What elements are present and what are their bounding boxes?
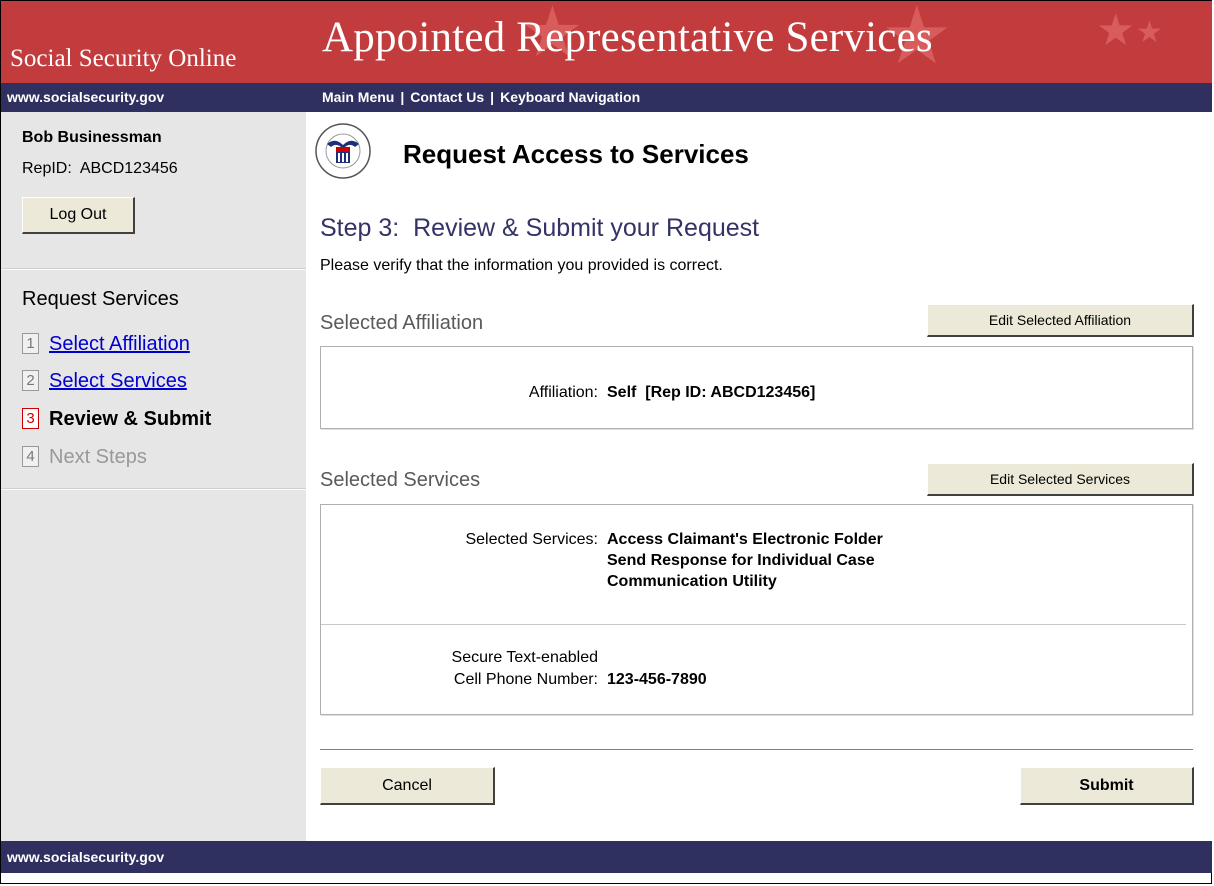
ssa-seal-icon — [315, 123, 371, 179]
step-review-submit: 3 Review & Submit — [22, 408, 211, 431]
step-description: Please verify that the information you p… — [320, 257, 723, 274]
service-item: Access Claimant's Electronic Folder — [607, 531, 883, 548]
affiliation-value: Self [Rep ID: ABCD123456] — [607, 384, 816, 401]
step-number-2: 2 — [22, 370, 39, 391]
app-title: Appointed Representative Services — [322, 14, 933, 61]
main-nav-menu: Main Menu | Contact Us | Keyboard Navigation — [322, 89, 640, 105]
rep-id-label: RepID: — [22, 160, 72, 177]
footer-site-link[interactable]: www.socialsecurity.gov — [7, 849, 164, 865]
step-number-4: 4 — [22, 446, 39, 467]
phone-label-line2: Cell Phone Number: — [453, 671, 598, 688]
phone-value: 123-456-7890 — [607, 671, 707, 688]
edit-selected-services-button[interactable]: Edit Selected Services — [927, 463, 1194, 496]
selected-services-label: Selected Services: — [465, 531, 598, 548]
nav-separator: | — [490, 89, 495, 105]
site-link[interactable]: www.socialsecurity.gov — [7, 89, 164, 105]
next-steps-label: Next Steps — [49, 446, 147, 468]
services-box: Selected Services: Access Claimant's Ele… — [320, 504, 1193, 715]
step-select-affiliation: 1 Select Affiliation — [22, 333, 190, 356]
logout-button[interactable]: Log Out — [22, 197, 135, 234]
main-content: Request Access to Services Step 3: Revie… — [306, 112, 1212, 841]
service-item: Send Response for Individual Case — [607, 552, 875, 569]
request-services-title: Request Services — [22, 288, 179, 310]
user-name: Bob Businessman — [22, 129, 162, 146]
selected-affiliation-title: Selected Affiliation — [320, 312, 484, 334]
edit-selected-affiliation-button[interactable]: Edit Selected Affiliation — [927, 304, 1194, 337]
selected-services-title: Selected Services — [320, 469, 481, 491]
star-decoration-icon: ★ — [1136, 16, 1163, 49]
page-title: Request Access to Services — [403, 139, 749, 169]
step-number-1: 1 — [22, 333, 39, 354]
services-divider — [321, 624, 1186, 625]
keyboard-navigation-link[interactable]: Keyboard Navigation — [500, 89, 640, 105]
affiliation-label: Affiliation: — [528, 384, 598, 401]
contact-us-link[interactable]: Contact Us — [410, 89, 484, 105]
top-navbar: www.socialsecurity.gov Main Menu | Contact… — [1, 83, 1212, 112]
review-submit-label: Review & Submit — [49, 408, 212, 430]
rep-id-value: ABCD123456 — [79, 160, 178, 177]
footer: www.socialsecurity.gov — [1, 841, 1212, 873]
star-decoration-icon: ★ — [1096, 6, 1136, 55]
actions-divider — [320, 749, 1193, 750]
sidebar-divider — [1, 488, 306, 490]
submit-button[interactable]: Submit — [1020, 767, 1194, 805]
step-select-services: 2 Select Services — [22, 370, 187, 393]
step-number-3: 3 — [22, 408, 39, 429]
step-next-steps: 4 Next Steps — [22, 446, 147, 469]
service-item: Communication Utility — [607, 573, 777, 590]
sidebar: Bob Businessman RepID: ABCD123456 Log Ou… — [1, 112, 306, 841]
main-menu-link[interactable]: Main Menu — [322, 89, 394, 105]
affiliation-box: Affiliation: Self [Rep ID: ABCD123456] — [320, 346, 1193, 429]
header-banner: ★ ★ ★ ★ Social Security Online Appointed… — [1, 1, 1212, 83]
site-name: Social Security Online — [10, 45, 237, 72]
phone-label-line1: Secure Text-enabled — [451, 649, 598, 666]
sidebar-divider — [1, 268, 306, 270]
select-services-link[interactable]: Select Services — [49, 370, 187, 392]
rep-id: RepID: ABCD123456 — [22, 160, 178, 178]
cancel-button[interactable]: Cancel — [320, 767, 495, 805]
nav-separator: | — [400, 89, 405, 105]
select-affiliation-link[interactable]: Select Affiliation — [49, 333, 190, 355]
step-heading: Step 3: Review & Submit your Request — [320, 214, 760, 242]
